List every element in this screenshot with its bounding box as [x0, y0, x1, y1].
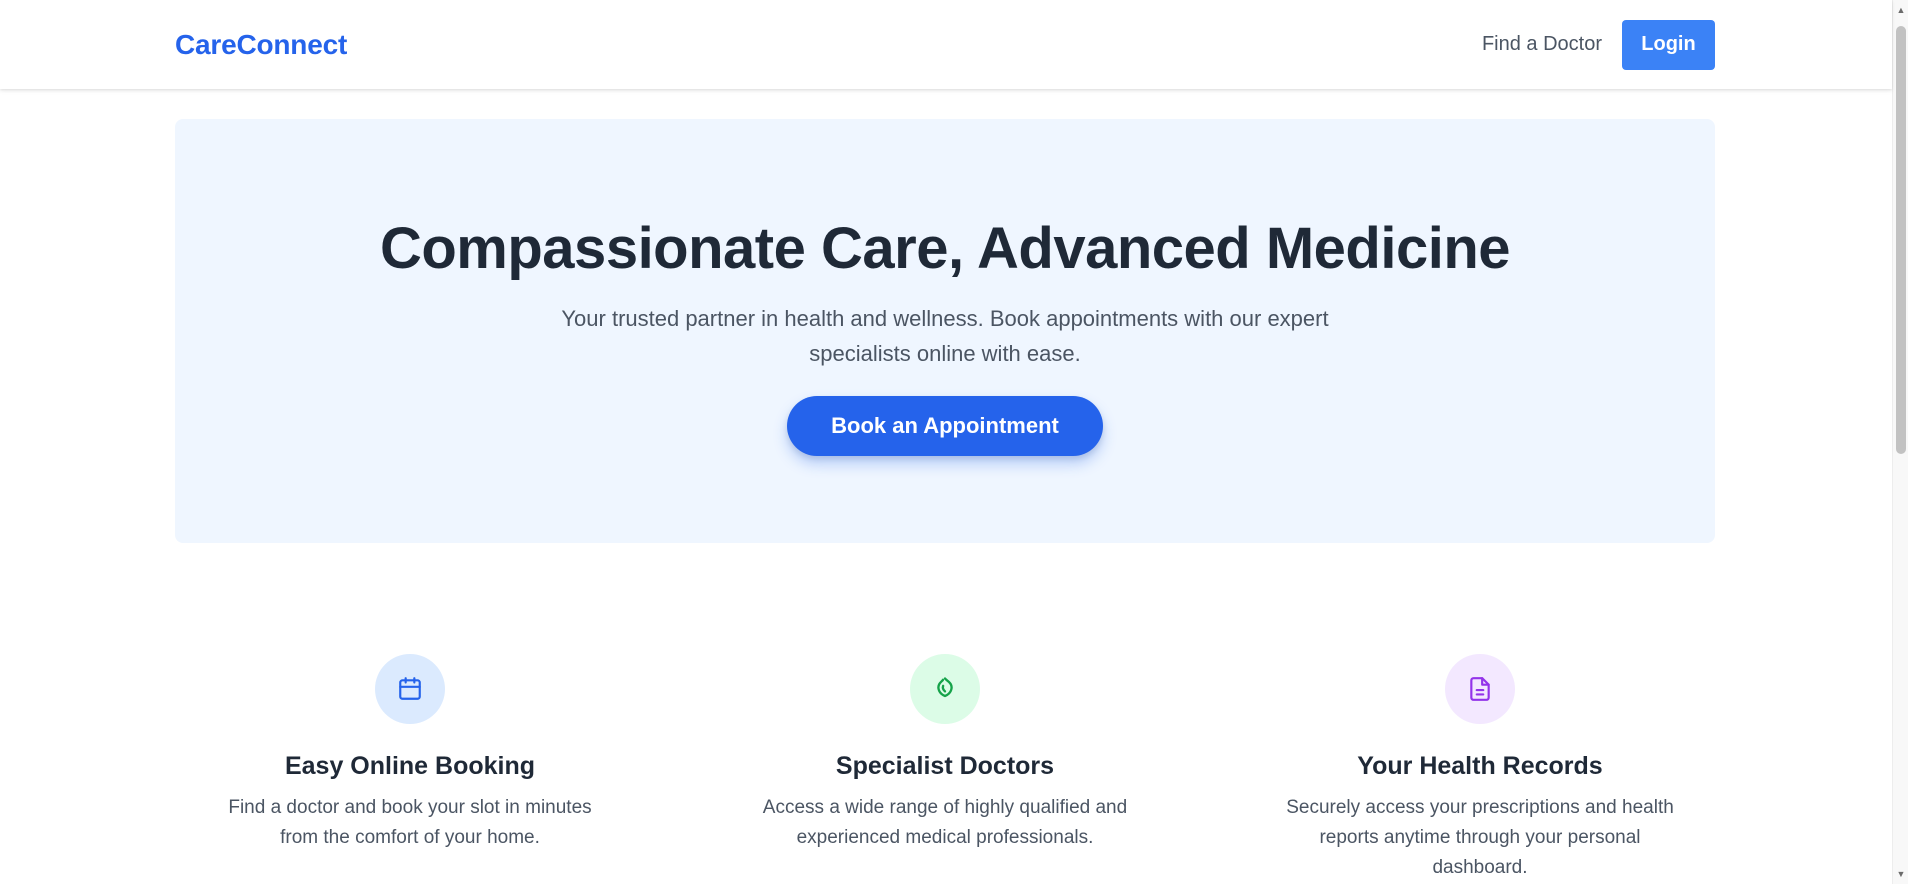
hero-subtitle: Your trusted partner in health and welln… — [561, 306, 1329, 366]
book-appointment-button[interactable]: Book an Appointment — [787, 396, 1103, 456]
document-icon — [1445, 654, 1515, 724]
feature-title: Specialist Doctors — [835, 752, 1055, 780]
scroll-down-arrow-icon[interactable]: ▼ — [1893, 866, 1908, 882]
brand-logo[interactable]: CareConnect — [175, 29, 347, 61]
feature-card-specialists: Specialist Doctors Access a wide range o… — [710, 654, 1180, 883]
navbar-inner: CareConnect Find a Doctor Login — [175, 0, 1715, 89]
feature-description: Access a wide range of highly qualified … — [762, 797, 1128, 848]
feature-description: Securely access your prescriptions and h… — [1286, 797, 1674, 878]
features-section: Easy Online Booking Find a doctor and bo… — [175, 654, 1715, 883]
feature-title: Easy Online Booking — [284, 752, 536, 780]
hero-title: Compassionate Care, Advanced Medicine — [379, 216, 1511, 281]
feature-card-booking: Easy Online Booking Find a doctor and bo… — [175, 654, 645, 883]
navbar: CareConnect Find a Doctor Login — [0, 0, 1892, 89]
page: CareConnect Find a Doctor Login Compassi… — [0, 0, 1908, 884]
feature-description: Find a doctor and book your slot in minu… — [228, 797, 592, 848]
scroll-up-arrow-icon[interactable]: ▲ — [1893, 2, 1908, 18]
scrollbar-thumb[interactable] — [1896, 26, 1906, 454]
calendar-icon — [375, 654, 445, 724]
feature-card-records: Your Health Records Securely access your… — [1245, 654, 1715, 883]
login-button[interactable]: Login — [1622, 19, 1715, 70]
doctor-icon — [910, 654, 980, 724]
hero-section: Compassionate Care, Advanced Medicine Yo… — [175, 119, 1715, 543]
find-doctor-link[interactable]: Find a Doctor — [1482, 33, 1602, 56]
feature-title: Your Health Records — [1357, 752, 1603, 780]
vertical-scrollbar[interactable]: ▲ ▼ — [1892, 0, 1908, 884]
nav-actions: Find a Doctor Login — [1482, 19, 1715, 70]
